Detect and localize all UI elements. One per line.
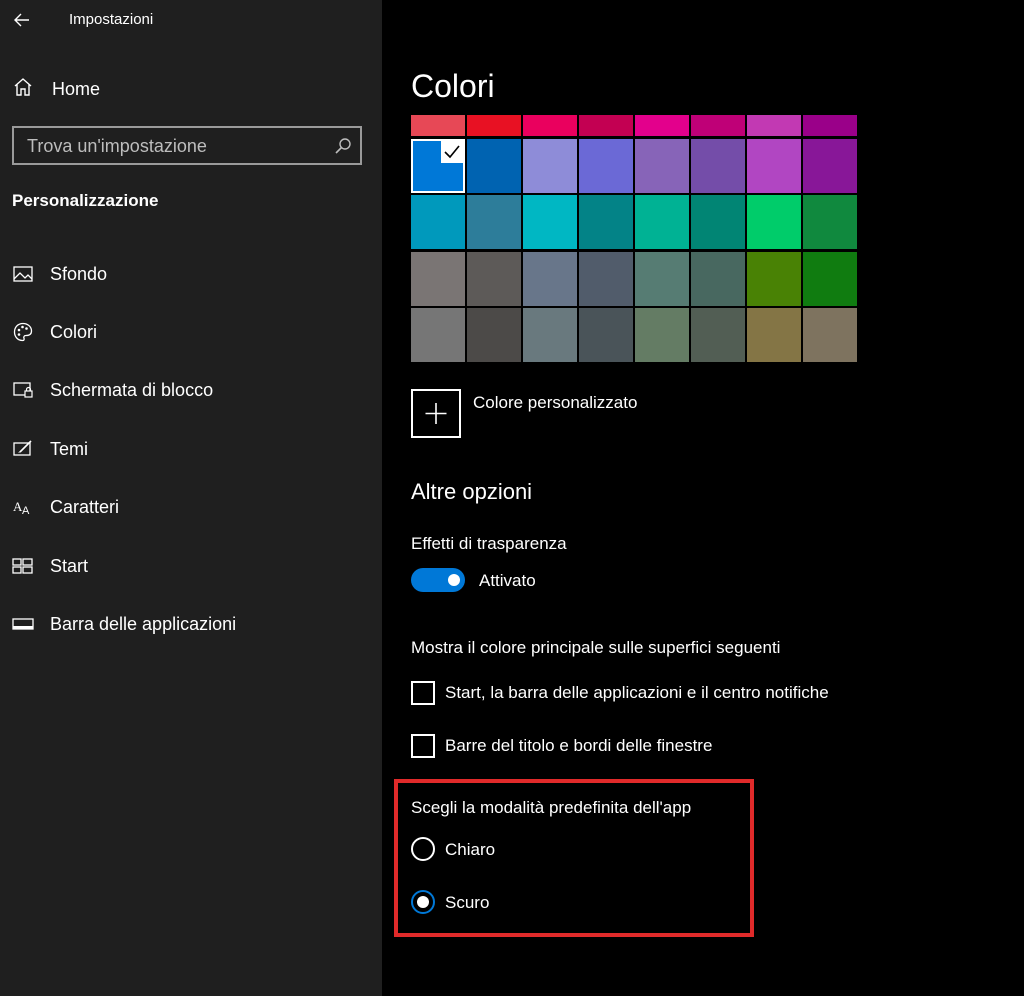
color-swatch[interactable]	[579, 195, 633, 249]
radio-label: Chiaro	[445, 840, 496, 859]
sidebar-item-colori[interactable]: Colori	[12, 317, 372, 347]
transparency-state: Attivato	[479, 571, 536, 590]
sidebar-item-caratteri[interactable]: AA Caratteri	[12, 492, 372, 522]
taskbar-icon	[12, 613, 34, 635]
checkbox-label: Start, la barra delle applicazioni e il …	[445, 683, 829, 702]
color-swatch[interactable]	[411, 195, 465, 249]
radio-dot	[417, 896, 429, 908]
color-swatch[interactable]	[411, 308, 465, 362]
svg-text:A: A	[22, 505, 30, 517]
fonts-icon: AA	[12, 496, 34, 518]
color-swatch[interactable]	[803, 115, 857, 136]
color-swatch[interactable]	[411, 115, 465, 136]
sidebar-item-sfondo[interactable]: Sfondo	[12, 259, 372, 289]
sidebar-item-label: Colori	[50, 321, 98, 342]
color-swatch[interactable]	[747, 115, 801, 136]
color-swatch[interactable]	[803, 308, 857, 362]
color-swatch[interactable]	[579, 308, 633, 362]
color-swatch[interactable]	[747, 139, 801, 193]
color-swatch[interactable]	[467, 195, 521, 249]
color-swatch[interactable]	[411, 252, 465, 306]
sidebar-item-temi[interactable]: Temi	[12, 434, 372, 464]
checkbox-label: Barre del titolo e bordi delle finestre	[445, 736, 713, 755]
search-icon[interactable]	[334, 137, 352, 155]
color-swatch[interactable]	[803, 195, 857, 249]
sidebar-item-barra-delle-applicazioni[interactable]: Barra delle applicazioni	[12, 609, 372, 639]
sidebar-item-label: Sfondo	[50, 263, 108, 284]
sidebar-item-label: Start	[50, 555, 89, 576]
color-swatch[interactable]	[523, 308, 577, 362]
color-swatch[interactable]	[635, 252, 689, 306]
toggle-knob	[448, 574, 460, 586]
checkmark-icon	[441, 141, 463, 163]
color-swatch[interactable]	[635, 195, 689, 249]
color-swatch[interactable]	[803, 252, 857, 306]
color-swatch[interactable]	[747, 252, 801, 306]
color-swatch[interactable]	[747, 195, 801, 249]
color-swatch[interactable]	[691, 115, 745, 136]
sidebar-item-label: Caratteri	[50, 496, 120, 517]
color-swatch[interactable]	[691, 139, 745, 193]
app-mode-label: Scegli la modalità predefinita dell'app	[411, 798, 692, 817]
sidebar-item-start[interactable]: Start	[12, 551, 372, 581]
home-icon	[12, 76, 34, 103]
search-input[interactable]	[27, 135, 327, 157]
start-taskbar-checkbox[interactable]	[411, 681, 435, 705]
color-swatch[interactable]	[747, 308, 801, 362]
section-title: Personalizzazione	[12, 191, 159, 210]
themes-icon	[12, 438, 34, 460]
color-swatch[interactable]	[579, 252, 633, 306]
back-arrow-icon[interactable]	[10, 8, 34, 32]
custom-color-label: Colore personalizzato	[473, 393, 638, 412]
color-swatch[interactable]	[467, 252, 521, 306]
color-swatch[interactable]	[523, 115, 577, 136]
plus-icon	[425, 403, 447, 424]
color-swatch[interactable]	[579, 139, 633, 193]
color-swatch[interactable]	[635, 308, 689, 362]
color-swatch[interactable]	[635, 115, 689, 136]
color-swatch[interactable]	[803, 139, 857, 193]
main-content: Colori Colore personalizzato Altre opzio…	[382, 0, 1024, 996]
color-swatch[interactable]	[467, 115, 521, 136]
color-swatch[interactable]	[467, 308, 521, 362]
color-swatch[interactable]	[523, 195, 577, 249]
search-box[interactable]	[12, 126, 362, 165]
accent-surfaces-label: Mostra il colore principale sulle superf…	[411, 638, 781, 657]
color-swatch[interactable]	[523, 139, 577, 193]
radio-light[interactable]	[411, 837, 435, 861]
picture-icon	[12, 263, 34, 285]
sidebar-item-label: Barra delle applicazioni	[50, 613, 237, 634]
page-title: Colori	[411, 68, 495, 104]
color-swatch[interactable]	[467, 139, 521, 193]
start-icon	[12, 555, 34, 577]
radio-dark[interactable]	[411, 890, 435, 914]
color-swatch[interactable]	[579, 115, 633, 136]
sidebar-item-label: Temi	[50, 438, 89, 459]
custom-color-button[interactable]	[411, 389, 461, 438]
sidebar-item-home[interactable]: Home	[12, 76, 372, 102]
more-options-heading: Altre opzioni	[411, 479, 533, 504]
sidebar-item-label: Schermata di blocco	[50, 379, 214, 400]
app-title: Impostazioni	[69, 11, 154, 28]
sidebar: Impostazioni Home Personalizzazione Sfon…	[0, 0, 382, 996]
color-swatch[interactable]	[691, 252, 745, 306]
color-swatch-selected[interactable]	[411, 139, 465, 193]
transparency-toggle[interactable]	[411, 568, 465, 592]
color-swatch[interactable]	[691, 195, 745, 249]
transparency-label: Effetti di trasparenza	[411, 534, 567, 553]
lock-screen-icon	[12, 379, 34, 401]
color-swatch[interactable]	[523, 252, 577, 306]
sidebar-item-schermata-di-blocco[interactable]: Schermata di blocco	[12, 375, 372, 405]
palette-icon	[12, 321, 34, 343]
color-swatch[interactable]	[691, 308, 745, 362]
color-swatch[interactable]	[635, 139, 689, 193]
title-bar: Impostazioni	[0, 0, 382, 40]
radio-label: Scuro	[445, 893, 490, 912]
sidebar-item-label: Home	[52, 78, 101, 99]
titlebars-checkbox[interactable]	[411, 734, 435, 758]
